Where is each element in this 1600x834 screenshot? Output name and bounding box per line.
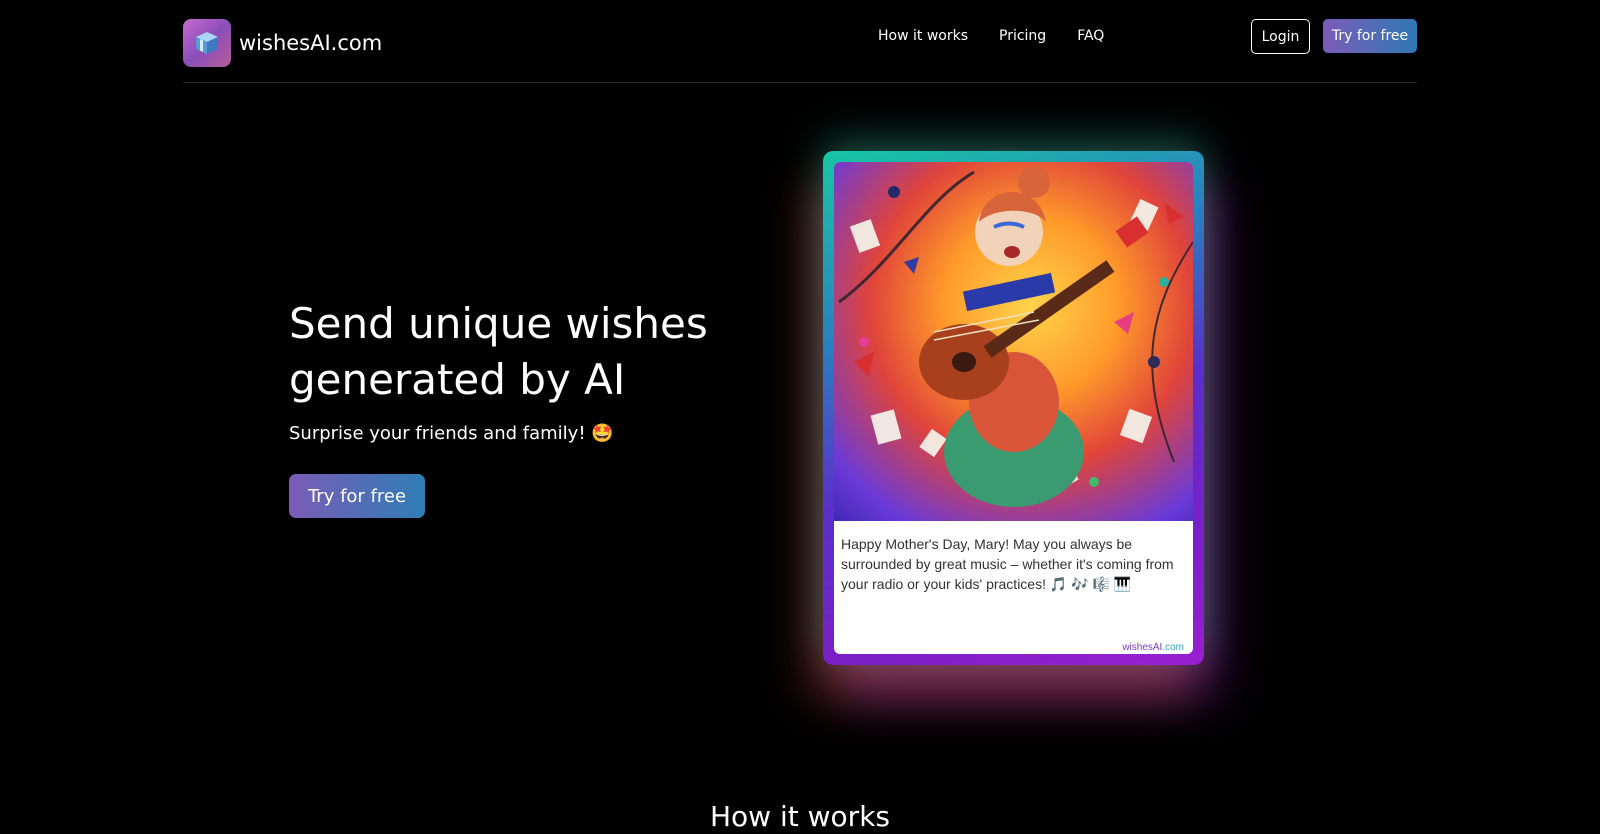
try-for-free-header-button[interactable]: Try for free (1323, 19, 1417, 53)
wish-card: Happy Mother's Day, Mary! May you always… (834, 162, 1193, 654)
try-for-free-hero-button[interactable]: Try for free (289, 474, 425, 518)
login-button[interactable]: Login (1251, 19, 1310, 54)
card-brand-watermark: wishesAI.com (1122, 642, 1184, 653)
landing-page: wishesAI.com How it works Pricing FAQ Lo… (0, 0, 1600, 834)
brand-name: wishesAI.com (239, 31, 383, 55)
mother-playing-guitar-illustration (834, 162, 1193, 521)
card-brand-tld: .com (1162, 642, 1184, 653)
site-header: wishesAI.com How it works Pricing FAQ Lo… (183, 0, 1417, 83)
gift-box-icon (183, 19, 231, 67)
wish-message: Happy Mother's Day, Mary! May you always… (841, 536, 1174, 592)
how-it-works-title: How it works (710, 800, 890, 833)
nav-how-it-works[interactable]: How it works (878, 28, 968, 44)
hero-title: Send unique wishes generated by AI (289, 299, 708, 404)
wish-card-preview: Happy Mother's Day, Mary! May you always… (823, 151, 1204, 665)
main-nav: How it works Pricing FAQ (878, 28, 1135, 44)
hero-subtitle: Surprise your friends and family! 🤩 (289, 423, 614, 444)
card-brand-name: wishesAI (1122, 642, 1163, 653)
nav-faq[interactable]: FAQ (1077, 28, 1104, 44)
nav-pricing[interactable]: Pricing (999, 28, 1046, 44)
brand-logo[interactable]: wishesAI.com (183, 19, 382, 67)
